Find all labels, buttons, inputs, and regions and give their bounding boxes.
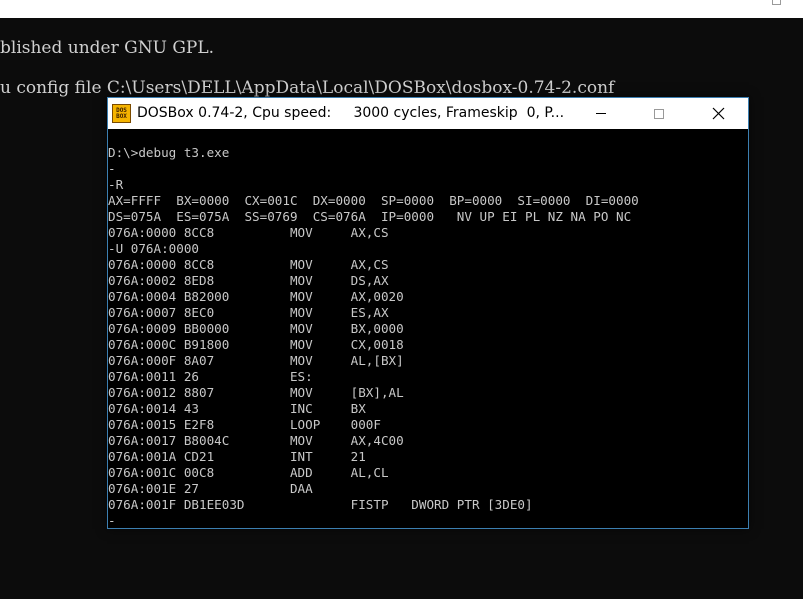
terminal-line: 076A:001C 00C8 ADD AL,CL (108, 465, 389, 480)
terminal-screen[interactable]: D:\>debug t3.exe - -R AX=FFFF BX=0000 CX… (108, 129, 748, 528)
terminal-line: 076A:0000 8CC8 MOV AX,CS (108, 225, 389, 240)
maximize-icon (654, 108, 664, 119)
background-console-line: blished under GNU GPL. (0, 38, 215, 58)
background-maximize-icon[interactable] (772, 0, 781, 5)
terminal-line: 076A:000F 8A07 MOV AL,[BX] (108, 353, 404, 368)
dosbox-window[interactable]: DOS BOX DOSBox 0.74-2, Cpu speed: 3000 c… (107, 97, 749, 529)
terminal-line: 076A:0017 B8004C MOV AX,4C00 (108, 433, 404, 448)
dosbox-icon[interactable]: DOS BOX (112, 104, 131, 123)
window-titlebar[interactable]: DOS BOX DOSBox 0.74-2, Cpu speed: 3000 c… (108, 98, 748, 129)
terminal-line: -U 076A:0000 (108, 241, 199, 256)
terminal-line: D:\>debug t3.exe (108, 145, 230, 160)
maximize-button[interactable] (631, 98, 687, 129)
terminal-line: 076A:001A CD21 INT 21 (108, 449, 366, 464)
terminal-line: DS=075A ES=075A SS=0769 CS=076A IP=0000 … (108, 209, 632, 224)
terminal-line: 076A:0015 E2F8 LOOP 000F (108, 417, 381, 432)
terminal-line: 076A:001E 27 DAA (108, 481, 313, 496)
terminal-line: 076A:0014 43 INC BX (108, 401, 366, 416)
terminal-line: 076A:0000 8CC8 MOV AX,CS (108, 257, 389, 272)
terminal-line: 076A:0011 26 ES: (108, 369, 313, 384)
close-button[interactable] (690, 98, 746, 129)
close-icon (712, 107, 725, 120)
minimize-icon (596, 113, 606, 114)
terminal-line: 076A:000C B91800 MOV CX,0018 (108, 337, 404, 352)
terminal-line: 076A:0007 8EC0 MOV ES,AX (108, 305, 389, 320)
background-console-line: u config file C:\Users\DELL\AppData\Loca… (0, 78, 615, 98)
minimize-button[interactable] (573, 98, 629, 129)
terminal-line: 076A:001F DB1EE03D FISTP DWORD PTR [3DE0… (108, 497, 533, 512)
window-title: DOSBox 0.74-2, Cpu speed: 3000 cycles, F… (137, 105, 565, 121)
desktop: blished under GNU GPL. u config file C:\… (0, 0, 803, 599)
background-console-titlebar (0, 0, 803, 18)
terminal-line: - (108, 161, 116, 176)
terminal-line: 076A:0009 BB0000 MOV BX,0000 (108, 321, 404, 336)
terminal-line: 076A:0002 8ED8 MOV DS,AX (108, 273, 389, 288)
terminal-line: -R (108, 177, 124, 192)
terminal-line: 076A:0012 8807 MOV [BX],AL (108, 385, 404, 400)
terminal-line: 076A:0004 B82000 MOV AX,0020 (108, 289, 404, 304)
terminal-cursor-line: - (108, 513, 116, 528)
icon-text-bottom: BOX (116, 112, 127, 120)
terminal-line: AX=FFFF BX=0000 CX=001C DX=0000 SP=0000 … (108, 193, 639, 208)
terminal-output: D:\>debug t3.exe - -R AX=FFFF BX=0000 CX… (108, 145, 639, 528)
